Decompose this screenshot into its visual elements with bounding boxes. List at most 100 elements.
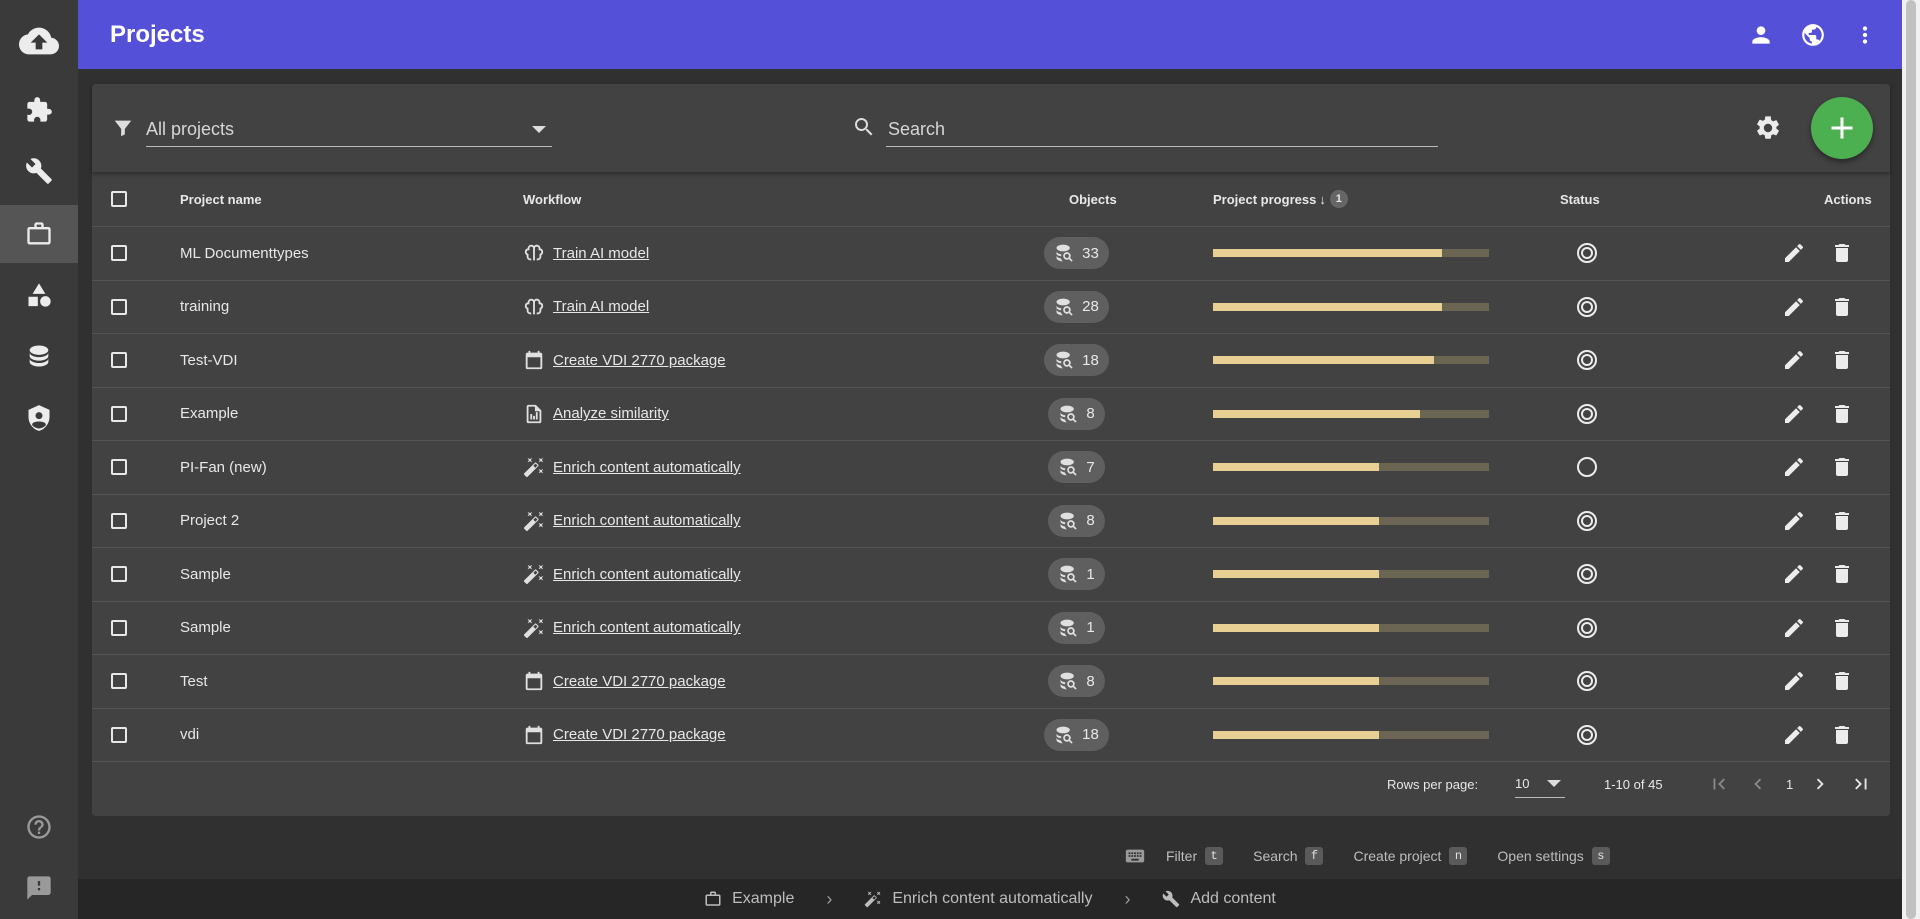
workflow-link[interactable]: Train AI model bbox=[553, 298, 649, 315]
table-row[interactable]: vdi Create VDI 2770 package 18 bbox=[92, 709, 1890, 762]
objects-chip[interactable]: 33 bbox=[1044, 237, 1109, 270]
table-row[interactable]: training Train AI model 28 bbox=[92, 281, 1890, 334]
workflow-link[interactable]: Enrich content automatically bbox=[553, 619, 741, 636]
shortcut-search-label: Search bbox=[1253, 848, 1298, 864]
search-input[interactable] bbox=[886, 117, 1438, 141]
row-checkbox[interactable] bbox=[111, 619, 127, 636]
objects-chip[interactable]: 18 bbox=[1044, 344, 1109, 377]
rows-per-page-select[interactable]: 10 bbox=[1515, 771, 1565, 798]
col-objects[interactable]: Objects bbox=[1069, 172, 1117, 226]
table-row[interactable]: Test Create VDI 2770 package 8 bbox=[92, 655, 1890, 709]
row-checkbox[interactable] bbox=[111, 726, 127, 743]
delete-button[interactable] bbox=[1830, 495, 1854, 548]
objects-chip[interactable]: 1 bbox=[1048, 558, 1105, 591]
edit-button[interactable] bbox=[1782, 602, 1806, 655]
edit-button[interactable] bbox=[1782, 495, 1806, 548]
edit-button[interactable] bbox=[1782, 709, 1806, 762]
delete-button[interactable] bbox=[1830, 441, 1854, 494]
delete-button[interactable] bbox=[1830, 655, 1854, 708]
search-field bbox=[852, 112, 1438, 147]
breadcrumb-item-workflow[interactable]: Enrich content automatically bbox=[864, 890, 1092, 908]
objects-chip[interactable]: 8 bbox=[1048, 504, 1105, 537]
objects-chip[interactable]: 8 bbox=[1048, 665, 1105, 698]
delete-button[interactable] bbox=[1830, 388, 1854, 441]
table-row[interactable]: Sample Enrich content automatically 1 bbox=[92, 548, 1890, 602]
table-row[interactable]: ML Documenttypes Train AI model 33 bbox=[92, 227, 1890, 281]
next-page-button[interactable] bbox=[1809, 756, 1831, 812]
globe-icon[interactable] bbox=[1800, 22, 1826, 48]
row-checkbox[interactable] bbox=[111, 298, 127, 315]
row-checkbox[interactable] bbox=[111, 673, 127, 690]
scrollbar-thumb[interactable] bbox=[1906, 0, 1916, 919]
table-row[interactable]: Test-VDI Create VDI 2770 package 18 bbox=[92, 334, 1890, 388]
sidebar-item-feedback[interactable] bbox=[0, 860, 78, 916]
breadcrumb-item-step[interactable]: Add content bbox=[1162, 890, 1276, 908]
help-icon bbox=[25, 813, 53, 841]
col-project-name[interactable]: Project name bbox=[180, 172, 262, 226]
breadcrumb-item-project[interactable]: Example bbox=[704, 890, 794, 908]
status-indicator bbox=[1575, 709, 1599, 762]
more-vert-icon[interactable] bbox=[1852, 22, 1878, 48]
workflow-link[interactable]: Create VDI 2770 package bbox=[553, 352, 726, 369]
objects-chip[interactable]: 18 bbox=[1044, 718, 1109, 751]
workflow-link[interactable]: Enrich content automatically bbox=[553, 459, 741, 476]
select-all-checkbox[interactable] bbox=[111, 191, 127, 207]
edit-button[interactable] bbox=[1782, 441, 1806, 494]
col-progress[interactable]: Project progress ↓ 1 bbox=[1213, 172, 1348, 226]
sidebar-item-shapes[interactable] bbox=[0, 267, 78, 323]
edit-button[interactable] bbox=[1782, 334, 1806, 387]
first-page-button[interactable] bbox=[1708, 756, 1730, 812]
progress-fill bbox=[1213, 570, 1379, 579]
workflow-link[interactable]: Create VDI 2770 package bbox=[553, 726, 726, 743]
table-row[interactable]: Sample Enrich content automatically 1 bbox=[92, 602, 1890, 655]
objects-chip[interactable]: 1 bbox=[1048, 611, 1105, 644]
table-row[interactable]: Example Analyze similarity 8 bbox=[92, 388, 1890, 441]
page-scrollbar[interactable] bbox=[1902, 0, 1920, 919]
workflow-link[interactable]: Enrich content automatically bbox=[553, 512, 741, 529]
edit-button[interactable] bbox=[1782, 655, 1806, 708]
delete-button[interactable] bbox=[1830, 709, 1854, 762]
workflow-cell: Enrich content automatically bbox=[523, 495, 741, 548]
objects-chip[interactable]: 7 bbox=[1048, 451, 1105, 484]
table-row[interactable]: Project 2 Enrich content automatically 8 bbox=[92, 495, 1890, 548]
edit-button[interactable] bbox=[1782, 281, 1806, 334]
workflow-link[interactable]: Enrich content automatically bbox=[553, 566, 741, 583]
row-checkbox[interactable] bbox=[111, 352, 127, 369]
workflow-link[interactable]: Train AI model bbox=[553, 245, 649, 262]
row-checkbox[interactable] bbox=[111, 566, 127, 583]
delete-button[interactable] bbox=[1830, 548, 1854, 601]
filter-select[interactable]: All projects bbox=[112, 112, 552, 147]
sidebar-item-projects[interactable] bbox=[0, 205, 78, 263]
col-workflow[interactable]: Workflow bbox=[523, 172, 581, 226]
col-status[interactable]: Status bbox=[1560, 172, 1600, 226]
sidebar-item-help[interactable] bbox=[0, 799, 78, 855]
add-project-button[interactable] bbox=[1811, 97, 1873, 159]
sidebar-item-database[interactable] bbox=[0, 328, 78, 384]
delete-button[interactable] bbox=[1830, 227, 1854, 280]
delete-button[interactable] bbox=[1830, 281, 1854, 334]
settings-button[interactable] bbox=[1754, 114, 1782, 142]
row-checkbox[interactable] bbox=[111, 512, 127, 529]
sidebar-item-tools[interactable] bbox=[0, 143, 78, 199]
delete-button[interactable] bbox=[1830, 602, 1854, 655]
edit-button[interactable] bbox=[1782, 548, 1806, 601]
row-checkbox[interactable] bbox=[111, 245, 127, 262]
shortcut-search-key: f bbox=[1305, 847, 1324, 865]
edit-button[interactable] bbox=[1782, 227, 1806, 280]
table-row[interactable]: PI-Fan (new) Enrich content automaticall… bbox=[92, 441, 1890, 495]
sidebar-item-cloud-upload[interactable] bbox=[0, 13, 78, 69]
account-icon[interactable] bbox=[1748, 22, 1774, 48]
pencil-icon bbox=[1782, 723, 1806, 747]
last-page-button[interactable] bbox=[1850, 756, 1872, 812]
workflow-link[interactable]: Create VDI 2770 package bbox=[553, 673, 726, 690]
workflow-link[interactable]: Analyze similarity bbox=[553, 405, 669, 422]
sidebar-item-security[interactable] bbox=[0, 390, 78, 446]
delete-button[interactable] bbox=[1830, 334, 1854, 387]
objects-chip[interactable]: 28 bbox=[1044, 290, 1109, 323]
objects-chip[interactable]: 8 bbox=[1048, 397, 1105, 430]
edit-button[interactable] bbox=[1782, 388, 1806, 441]
row-checkbox[interactable] bbox=[111, 405, 127, 422]
sidebar-item-extensions[interactable] bbox=[0, 82, 78, 138]
row-checkbox[interactable] bbox=[111, 459, 127, 476]
prev-page-button[interactable] bbox=[1747, 756, 1769, 812]
